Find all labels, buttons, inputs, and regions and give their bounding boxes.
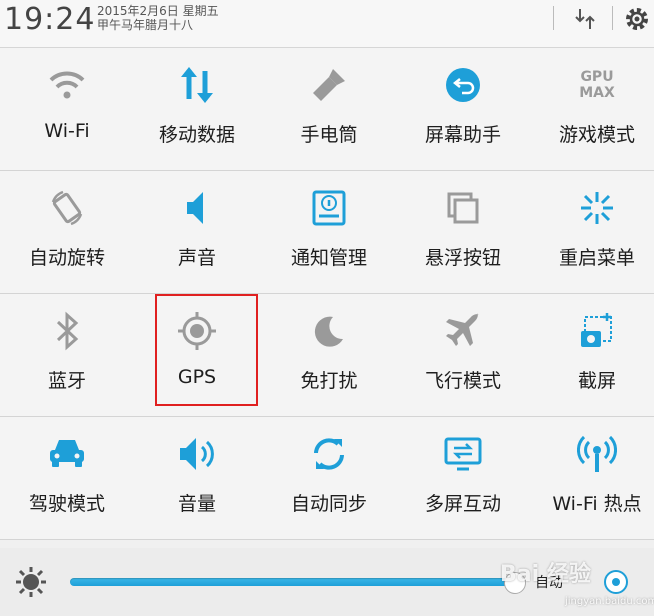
status-separator	[612, 6, 613, 30]
date-block: 2015年2月6日 星期五 甲午马年腊月十八	[97, 4, 219, 32]
tile-label: 多屏互动	[424, 493, 501, 515]
tile-multi-screen[interactable]: 多屏互动	[396, 417, 530, 539]
lunar-date-text: 甲午马年腊月十八	[97, 18, 194, 32]
volume-icon	[130, 431, 264, 477]
tile-label: 屏幕助手	[424, 124, 501, 146]
tile-label: 自动同步	[290, 493, 367, 515]
bluetooth-icon	[0, 308, 134, 354]
multi-screen-icon	[396, 431, 530, 477]
tile-label: 音量	[177, 493, 216, 515]
flashlight-icon	[262, 62, 396, 108]
driving-mode-icon	[0, 431, 134, 477]
gps-highlight-box	[155, 294, 258, 406]
brightness-slider[interactable]	[70, 578, 520, 586]
tile-driving-mode[interactable]: 驾驶模式	[0, 417, 134, 539]
tile-screenshot[interactable]: 截屏	[530, 294, 654, 416]
tile-wifi[interactable]: Wi-Fi	[0, 48, 134, 170]
notification-manage-icon	[262, 185, 396, 231]
watermark-url: jingyan.baidu.com	[565, 596, 654, 607]
tile-restart-menu[interactable]: 重启菜单	[530, 171, 654, 293]
gpu-max-icon: GPU MAX	[530, 62, 654, 108]
tile-label: 游戏模式	[558, 124, 635, 146]
tile-label: 自动旋转	[28, 247, 105, 269]
screen-assistant-icon	[396, 62, 530, 108]
tile-mobile-data[interactable]: 移动数据	[130, 48, 264, 170]
tile-label: 驾驶模式	[28, 493, 105, 515]
sound-icon	[130, 185, 264, 231]
clock: 19:24	[4, 2, 96, 37]
tile-auto-rotate[interactable]: 自动旋转	[0, 171, 134, 293]
tile-label: 免打扰	[300, 370, 358, 392]
tile-label: 声音	[177, 247, 216, 269]
tile-game-mode[interactable]: GPU MAX 游戏模式	[530, 48, 654, 170]
tile-label: 通知管理	[290, 247, 367, 269]
quick-settings-row: 蓝牙 GPS 免打扰 飞行模式 截屏	[0, 294, 654, 417]
tile-label: 悬浮按钮	[424, 247, 501, 269]
tile-screen-assistant[interactable]: 屏幕助手	[396, 48, 530, 170]
settings-gear-icon[interactable]	[622, 4, 652, 34]
auto-brightness-checkbox[interactable]	[604, 570, 628, 594]
quick-settings-row: 驾驶模式 音量 自动同步 多屏互动 Wi-Fi 热点	[0, 417, 654, 540]
tile-label: 截屏	[577, 370, 616, 392]
auto-sync-icon	[262, 431, 396, 477]
screenshot-icon	[530, 308, 654, 354]
tile-label: 飞行模式	[424, 370, 501, 392]
brightness-icon	[14, 565, 48, 599]
tile-label: 手电筒	[300, 124, 358, 146]
tile-sound[interactable]: 声音	[130, 171, 264, 293]
auto-rotate-icon	[0, 185, 134, 231]
tile-label: 重启菜单	[558, 247, 635, 269]
tile-flashlight[interactable]: 手电筒	[262, 48, 396, 170]
tile-label: Wi-Fi 热点	[552, 493, 642, 515]
date-text: 2015年2月6日 星期五	[97, 4, 219, 18]
tile-wifi-hotspot[interactable]: Wi-Fi 热点	[530, 417, 654, 539]
tile-volume[interactable]: 音量	[130, 417, 264, 539]
tile-label: Wi-Fi	[44, 120, 90, 142]
max-text: MAX	[579, 85, 615, 101]
tile-floating-button[interactable]: 悬浮按钮	[396, 171, 530, 293]
wifi-icon	[0, 62, 134, 108]
quick-settings-row: Wi-Fi 移动数据 手电筒 屏幕助手 GPU MAX 游戏模式	[0, 48, 654, 171]
floating-button-icon	[396, 185, 530, 231]
gpu-text: GPU	[580, 69, 614, 85]
status-bar: 19:24 2015年2月6日 星期五 甲午马年腊月十八	[0, 0, 654, 48]
tile-label: 蓝牙	[47, 370, 86, 392]
status-separator	[553, 6, 554, 30]
tile-airplane-mode[interactable]: 飞行模式	[396, 294, 530, 416]
mobile-data-icon	[130, 62, 264, 108]
restart-menu-icon	[530, 185, 654, 231]
tile-label: 移动数据	[158, 124, 235, 146]
tile-auto-sync[interactable]: 自动同步	[262, 417, 396, 539]
airplane-mode-icon	[396, 308, 530, 354]
do-not-disturb-icon	[262, 308, 396, 354]
quick-settings-row: 自动旋转 声音 通知管理 悬浮按钮 重启菜单	[0, 171, 654, 294]
tile-bluetooth[interactable]: 蓝牙	[0, 294, 134, 416]
tile-notification-manage[interactable]: 通知管理	[262, 171, 396, 293]
watermark-logo: Bai 经验	[500, 562, 591, 587]
wifi-hotspot-icon	[530, 431, 654, 477]
switch-toggle-icon[interactable]	[570, 4, 600, 34]
tile-do-not-disturb[interactable]: 免打扰	[262, 294, 396, 416]
